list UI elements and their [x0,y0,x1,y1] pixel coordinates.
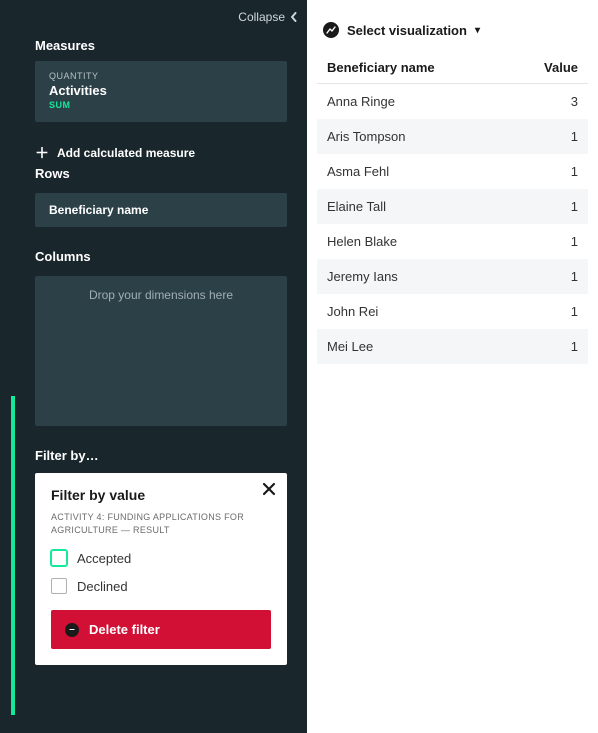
filter-option-label: Accepted [77,551,131,566]
cell-value: 1 [507,259,588,294]
cell-value: 3 [507,84,588,120]
chart-icon [323,22,339,38]
cell-name: Asma Fehl [317,154,507,189]
config-sidebar: Collapse Measures QUANTITY Activities SU… [15,0,307,733]
left-accent-bar [0,0,15,733]
filter-by-title: Filter by… [15,426,307,473]
select-visualization-label: Select visualization [347,23,467,38]
column-header-value[interactable]: Value [507,52,588,84]
row-dimension-pill[interactable]: Beneficiary name [35,193,287,227]
measure-tag: QUANTITY [49,71,273,81]
plus-icon: ＋ [35,146,49,160]
columns-title: Columns [15,227,307,272]
caret-down-icon: ▾ [475,25,480,36]
cell-value: 1 [507,189,588,224]
column-header-name[interactable]: Beneficiary name [317,52,507,84]
table-row[interactable]: Elaine Tall1 [317,189,588,224]
table-row[interactable]: Asma Fehl1 [317,154,588,189]
cell-name: John Rei [317,294,507,329]
collapse-button[interactable]: Collapse [15,0,307,30]
columns-dropzone[interactable]: Drop your dimensions here [35,276,287,426]
cell-name: Elaine Tall [317,189,507,224]
close-icon [261,481,277,497]
cell-value: 1 [507,294,588,329]
add-calculated-label: Add calculated measure [57,146,195,160]
delete-filter-label: Delete filter [89,622,160,637]
results-table: Beneficiary name Value Anna Ringe3Aris T… [317,52,588,364]
table-row[interactable]: Mei Lee1 [317,329,588,364]
cell-value: 1 [507,119,588,154]
dropzone-placeholder: Drop your dimensions here [89,288,233,302]
filter-option-declined[interactable]: Declined [51,578,271,594]
cell-value: 1 [507,329,588,364]
measure-name: Activities [49,83,273,98]
table-row[interactable]: Helen Blake1 [317,224,588,259]
measures-title: Measures [15,30,307,61]
measure-card[interactable]: QUANTITY Activities SUM [35,61,287,122]
checkbox-icon [51,550,67,566]
main-panel: Select visualization ▾ Beneficiary name … [307,0,598,733]
table-row[interactable]: Anna Ringe3 [317,84,588,120]
table-row[interactable]: John Rei1 [317,294,588,329]
filter-option-label: Declined [77,579,128,594]
filter-heading: Filter by value [51,487,271,503]
collapse-label: Collapse [238,10,285,24]
cell-name: Mei Lee [317,329,507,364]
delete-filter-button[interactable]: – Delete filter [51,610,271,649]
add-calculated-measure-button[interactable]: ＋ Add calculated measure [35,146,287,160]
rows-title: Rows [15,160,307,189]
close-filter-button[interactable] [261,481,277,502]
cell-name: Aris Tompson [317,119,507,154]
cell-value: 1 [507,224,588,259]
cell-value: 1 [507,154,588,189]
filter-card: Filter by value ACTIVITY 4: FUNDING APPL… [35,473,287,665]
table-row[interactable]: Jeremy Ians1 [317,259,588,294]
checkbox-icon [51,578,67,594]
filter-subheading: ACTIVITY 4: FUNDING APPLICATIONS FOR AGR… [51,511,271,536]
cell-name: Jeremy Ians [317,259,507,294]
cell-name: Anna Ringe [317,84,507,120]
accent-stripe [11,396,15,715]
filter-option-accepted[interactable]: Accepted [51,550,271,566]
table-row[interactable]: Aris Tompson1 [317,119,588,154]
chevron-left-icon [289,12,299,22]
select-visualization-dropdown[interactable]: Select visualization ▾ [317,16,588,52]
minus-circle-icon: – [65,623,79,637]
cell-name: Helen Blake [317,224,507,259]
row-dimension-label: Beneficiary name [49,203,148,217]
measure-aggregation: SUM [49,100,273,110]
